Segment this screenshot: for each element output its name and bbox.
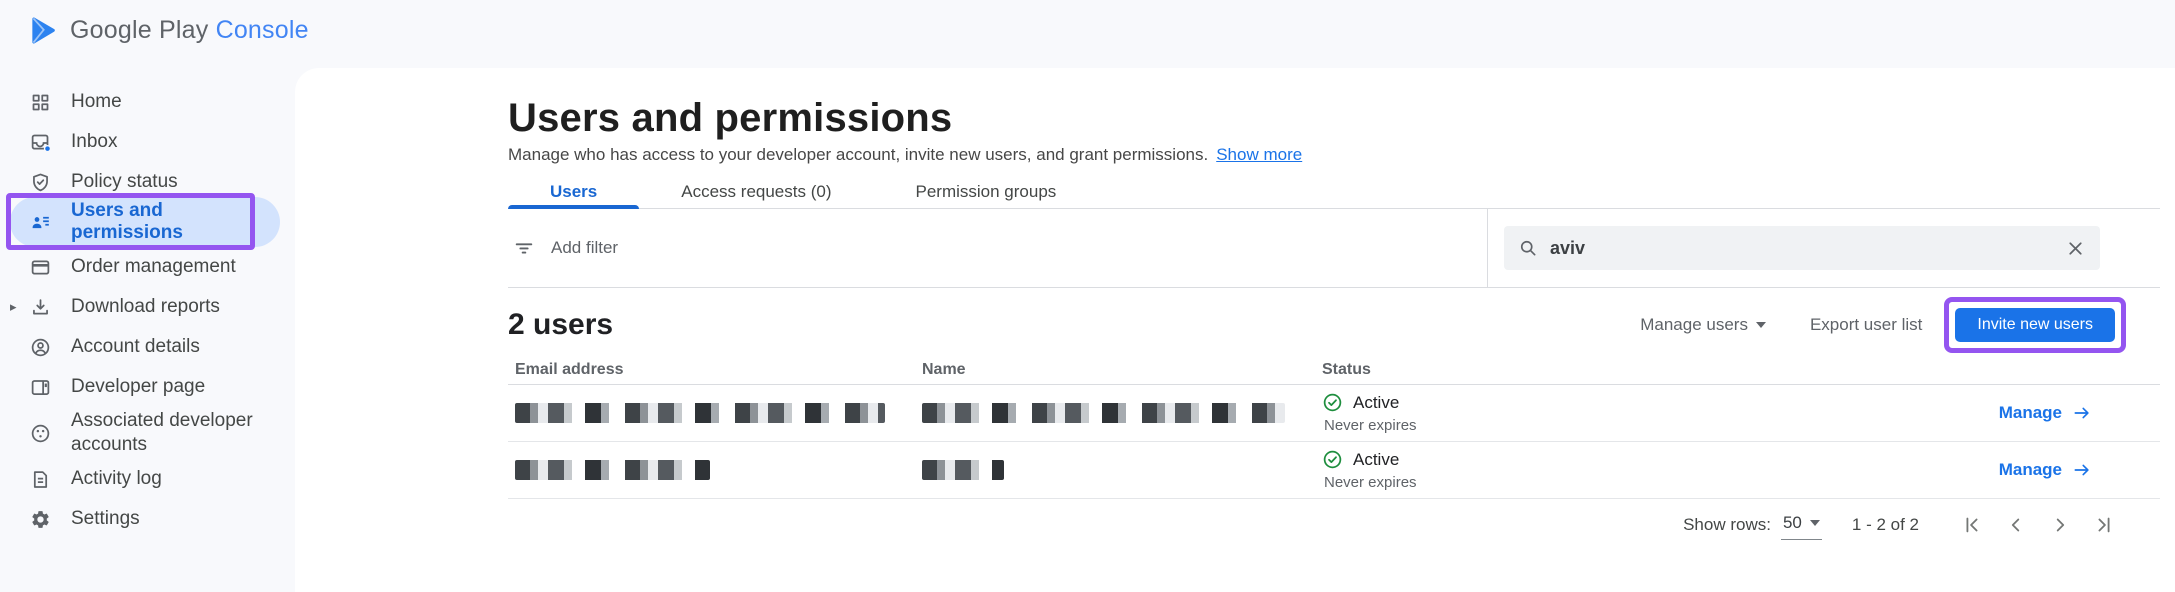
- chevron-down-icon: [1756, 322, 1766, 328]
- active-check-icon: [1322, 449, 1343, 470]
- gear-icon: [30, 509, 51, 530]
- sidebar-item-label: Developer page: [71, 376, 205, 398]
- redacted-email: [515, 403, 885, 423]
- add-filter-label: Add filter: [551, 238, 618, 258]
- export-user-list-button[interactable]: Export user list: [1810, 315, 1922, 335]
- email-cell: [508, 460, 922, 480]
- add-filter-button[interactable]: Add filter: [508, 209, 1487, 287]
- search-box[interactable]: [1504, 226, 2100, 270]
- grid-icon: [30, 92, 51, 113]
- search-icon: [1518, 238, 1538, 258]
- page-title: Users and permissions: [508, 94, 2160, 142]
- action-cell: Manage: [1990, 460, 2160, 480]
- tab-users[interactable]: Users: [508, 176, 639, 208]
- email-cell: [508, 403, 922, 423]
- search-area: [1488, 209, 2160, 287]
- sidebar-item-download-reports[interactable]: ▸ Download reports: [0, 287, 295, 327]
- layout-icon: [30, 377, 51, 398]
- sidebar-item-settings[interactable]: Settings: [0, 499, 295, 539]
- name-cell: [922, 460, 1322, 480]
- filter-icon: [513, 237, 535, 259]
- sidebar-item-label: Download reports: [71, 296, 220, 318]
- status-cell: Active Never expires: [1322, 392, 1990, 434]
- document-icon: [30, 469, 51, 490]
- expiry-label: Never expires: [1322, 474, 1990, 491]
- header-actions: Manage users Export user list Invite new…: [1640, 297, 2160, 353]
- show-rows-label: Show rows:: [1683, 515, 1771, 535]
- redacted-email: [515, 460, 710, 480]
- first-page-icon[interactable]: [1961, 514, 1983, 536]
- sidebar-item-label: Policy status: [71, 171, 178, 193]
- sidebar-item-users-and-permissions[interactable]: Users and permissions: [10, 197, 280, 247]
- arrow-right-icon: [2072, 460, 2092, 480]
- previous-page-icon[interactable]: [2005, 514, 2027, 536]
- sidebar-item-label: Inbox: [71, 131, 117, 153]
- search-input[interactable]: [1550, 238, 2065, 259]
- person-circle-icon: [30, 337, 51, 358]
- table-header: Email address Name Status: [508, 355, 2160, 385]
- column-header-email: Email address: [508, 361, 922, 379]
- manage-link[interactable]: Manage: [1999, 403, 2092, 423]
- content-card: Users and permissions Manage who has acc…: [295, 68, 2175, 592]
- sidebar-item-inbox[interactable]: Inbox: [0, 122, 295, 162]
- redacted-name: [922, 460, 1004, 480]
- status-badge: Active: [1353, 393, 1399, 413]
- last-page-icon[interactable]: [2093, 514, 2115, 536]
- next-page-icon[interactable]: [2049, 514, 2071, 536]
- credit-card-icon: [30, 257, 51, 278]
- chevron-down-icon: [1810, 520, 1820, 526]
- sidebar-item-account-details[interactable]: Account details: [0, 327, 295, 367]
- sidebar-item-label: Users and permissions: [71, 200, 280, 244]
- rows-per-page-select[interactable]: 50: [1781, 511, 1822, 540]
- pager-controls: [1961, 514, 2115, 536]
- shield-check-icon: [30, 172, 51, 193]
- sidebar-item-label: Account details: [71, 336, 200, 358]
- users-icon: [30, 212, 51, 233]
- sidebar-item-label: Associated developer accounts: [71, 409, 271, 457]
- clear-search-icon[interactable]: [2065, 238, 2086, 259]
- active-check-icon: [1322, 392, 1343, 413]
- inbox-icon: [30, 132, 51, 153]
- sidebar-item-policy-status[interactable]: Policy status: [0, 162, 295, 202]
- redacted-name: [922, 403, 1285, 423]
- tab-permission-groups[interactable]: Permission groups: [874, 176, 1099, 208]
- sidebar-item-label: Home: [71, 91, 122, 113]
- users-section-header: 2 users Manage users Export user list In…: [508, 297, 2160, 353]
- column-header-status: Status: [1322, 361, 1990, 379]
- expand-caret-icon[interactable]: ▸: [10, 299, 17, 315]
- column-header-name: Name: [922, 361, 1322, 379]
- manage-users-dropdown[interactable]: Manage users: [1640, 315, 1766, 335]
- sidebar-item-developer-page[interactable]: Developer page: [0, 367, 295, 407]
- expiry-label: Never expires: [1322, 417, 1990, 434]
- sidebar-item-label: Order management: [71, 256, 236, 278]
- status-cell: Active Never expires: [1322, 449, 1990, 491]
- users-count: 2 users: [508, 308, 613, 342]
- show-more-link[interactable]: Show more: [1216, 145, 1302, 164]
- status-badge: Active: [1353, 450, 1399, 470]
- name-cell: [922, 403, 1322, 423]
- dots-circle-icon: [30, 423, 51, 444]
- filter-toolbar: Add filter: [508, 209, 2160, 288]
- manage-link[interactable]: Manage: [1999, 460, 2092, 480]
- page-description-text: Manage who has access to your developer …: [508, 145, 1208, 164]
- arrow-right-icon: [2072, 403, 2092, 423]
- sidebar-item-label: Settings: [71, 508, 140, 530]
- table-row: Active Never expires Manage: [508, 442, 2160, 499]
- sidebar-item-associated-developer-accounts[interactable]: Associated developer accounts: [0, 407, 295, 459]
- sidebar-item-order-management[interactable]: Order management: [0, 247, 295, 287]
- action-cell: Manage: [1990, 403, 2160, 423]
- tab-bar: Users Access requests (0) Permission gro…: [508, 176, 2160, 209]
- invite-new-users-button[interactable]: Invite new users: [1955, 308, 2115, 342]
- pagination-bar: Show rows: 50 1 - 2 of 2: [508, 505, 2160, 545]
- sidebar-item-activity-log[interactable]: Activity log: [0, 459, 295, 499]
- sidebar-item-home[interactable]: Home: [0, 82, 295, 122]
- page-description: Manage who has access to your developer …: [508, 144, 2160, 166]
- sidebar-item-label: Activity log: [71, 468, 162, 490]
- invite-annotation-box: Invite new users: [1944, 297, 2126, 353]
- tab-access-requests[interactable]: Access requests (0): [639, 176, 873, 208]
- table-row: Active Never expires Manage: [508, 385, 2160, 442]
- download-icon: [30, 297, 51, 318]
- page-range-label: 1 - 2 of 2: [1852, 515, 1919, 535]
- sidebar: Home Inbox Policy status Users and permi…: [0, 0, 295, 592]
